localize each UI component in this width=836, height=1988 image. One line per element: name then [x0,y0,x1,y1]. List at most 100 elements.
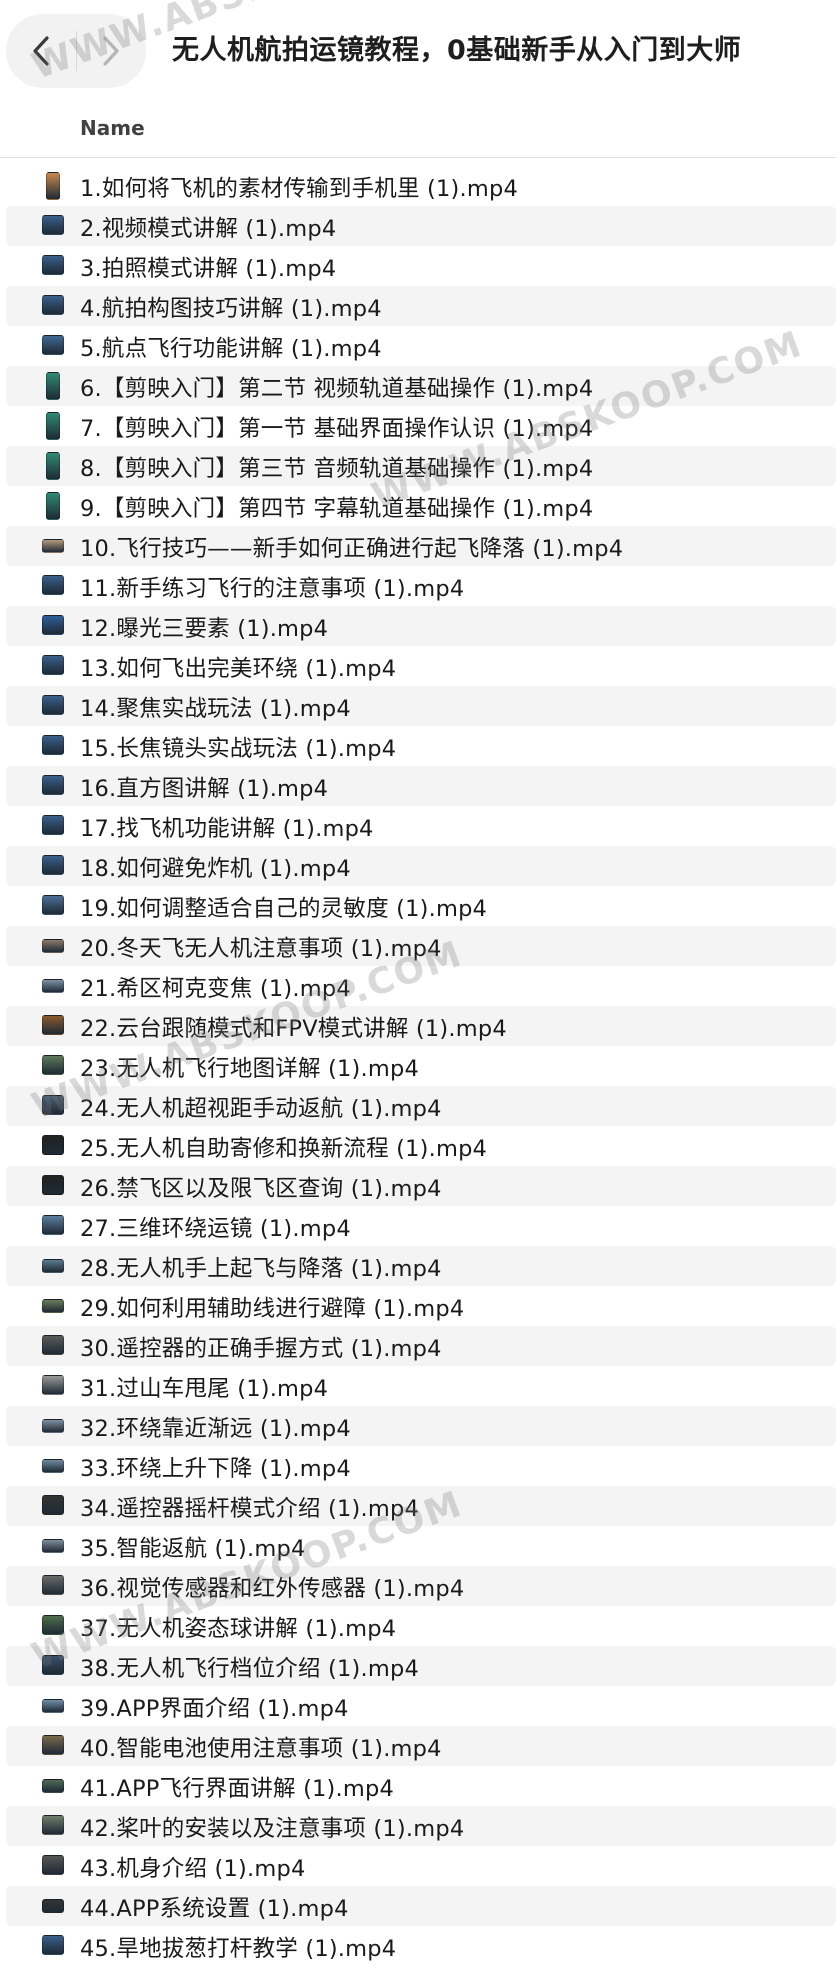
file-name: 10.飞行技巧——新手如何正确进行起飞降落 (1).mp4 [80,536,624,562]
file-name: 39.APP界面介绍 (1).mp4 [80,1696,349,1722]
video-thumbnail-icon [42,1655,64,1675]
file-name: 38.无人机飞行档位介绍 (1).mp4 [80,1656,419,1682]
video-thumbnail-icon [42,1459,64,1473]
file-row[interactable]: 15.长焦镜头实战玩法 (1).mp4 [6,726,836,766]
file-row[interactable]: 24.无人机超视距手动返航 (1).mp4 [6,1086,836,1126]
file-row[interactable]: 40.智能电池使用注意事项 (1).mp4 [6,1726,836,1766]
file-row[interactable]: 30.遥控器的正确手握方式 (1).mp4 [6,1326,836,1366]
file-row[interactable]: 6.【剪映入门】第二节 视频轨道基础操作 (1).mp4 [6,366,836,406]
file-name: 6.【剪映入门】第二节 视频轨道基础操作 (1).mp4 [80,376,594,402]
file-name: 19.如何调整适合自己的灵敏度 (1).mp4 [80,896,488,922]
video-thumbnail-icon [42,1575,64,1595]
video-thumbnail-icon [42,655,64,675]
file-row[interactable]: 11.新手练习飞行的注意事项 (1).mp4 [6,566,836,606]
file-name: 15.长焦镜头实战玩法 (1).mp4 [80,736,397,762]
file-row[interactable]: 42.桨叶的安装以及注意事项 (1).mp4 [6,1806,836,1846]
video-thumbnail-icon [42,1215,64,1235]
list-header: Name [0,102,836,158]
file-row[interactable]: 45.旱地拔葱打杆教学 (1).mp4 [6,1926,836,1966]
file-name: 25.无人机自助寄修和换新流程 (1).mp4 [80,1136,488,1162]
window-title: 无人机航拍运镜教程，0基础新手从入门到大师 [172,35,742,66]
file-row[interactable]: 39.APP界面介绍 (1).mp4 [6,1686,836,1726]
file-row[interactable]: 23.无人机飞行地图详解 (1).mp4 [6,1046,836,1086]
file-row[interactable]: 8.【剪映入门】第三节 音频轨道基础操作 (1).mp4 [6,446,836,486]
video-thumbnail-icon [46,452,60,480]
file-row[interactable]: 34.遥控器摇杆模式介绍 (1).mp4 [6,1486,836,1526]
file-name: 45.旱地拔葱打杆教学 (1).mp4 [80,1936,397,1962]
video-thumbnail-icon [42,575,64,595]
video-thumbnail-icon [42,695,64,715]
video-thumbnail-icon [42,1299,64,1313]
file-row[interactable]: 33.环绕上升下降 (1).mp4 [6,1446,836,1486]
video-thumbnail-icon [42,1779,64,1793]
file-row[interactable]: 3.拍照模式讲解 (1).mp4 [6,246,836,286]
file-name: 2.视频模式讲解 (1).mp4 [80,216,337,242]
file-row[interactable]: 14.聚焦实战玩法 (1).mp4 [6,686,836,726]
file-row[interactable]: 17.找飞机功能讲解 (1).mp4 [6,806,836,846]
file-name: 37.无人机姿态球讲解 (1).mp4 [80,1616,397,1642]
file-row[interactable]: 29.如何利用辅助线进行避障 (1).mp4 [6,1286,836,1326]
video-thumbnail-icon [42,1935,64,1955]
file-name: 17.找飞机功能讲解 (1).mp4 [80,816,374,842]
file-name: 9.【剪映入门】第四节 字幕轨道基础操作 (1).mp4 [80,496,594,522]
file-name: 21.希区柯克变焦 (1).mp4 [80,976,351,1002]
file-row[interactable]: 28.无人机手上起飞与降落 (1).mp4 [6,1246,836,1286]
file-row[interactable]: 27.三维环绕运镜 (1).mp4 [6,1206,836,1246]
file-name: 4.航拍构图技巧讲解 (1).mp4 [80,296,382,322]
file-row[interactable]: 36.视觉传感器和红外传感器 (1).mp4 [6,1566,836,1606]
file-row[interactable]: 37.无人机姿态球讲解 (1).mp4 [6,1606,836,1646]
video-thumbnail-icon [46,412,60,440]
file-row[interactable]: 13.如何飞出完美环绕 (1).mp4 [6,646,836,686]
video-thumbnail-icon [42,1015,64,1035]
file-name: 23.无人机飞行地图详解 (1).mp4 [80,1056,419,1082]
forward-button[interactable] [77,14,147,88]
video-thumbnail-icon [42,1335,64,1355]
video-thumbnail-icon [42,1375,64,1395]
file-row[interactable]: 16.直方图讲解 (1).mp4 [6,766,836,806]
column-header-name[interactable]: Name [80,116,145,140]
file-name: 13.如何飞出完美环绕 (1).mp4 [80,656,397,682]
file-row[interactable]: 38.无人机飞行档位介绍 (1).mp4 [6,1646,836,1686]
file-row[interactable]: 43.机身介绍 (1).mp4 [6,1846,836,1886]
file-row[interactable]: 20.冬天飞无人机注意事项 (1).mp4 [6,926,836,966]
file-row[interactable]: 22.云台跟随模式和FPV模式讲解 (1).mp4 [6,1006,836,1046]
file-name: 42.桨叶的安装以及注意事项 (1).mp4 [80,1816,465,1842]
file-name: 27.三维环绕运镜 (1).mp4 [80,1216,351,1242]
video-thumbnail-icon [42,215,64,235]
file-row[interactable]: 12.曝光三要素 (1).mp4 [6,606,836,646]
file-row[interactable]: 21.希区柯克变焦 (1).mp4 [6,966,836,1006]
video-thumbnail-icon [42,1899,64,1913]
video-thumbnail-icon [42,895,64,915]
file-name: 29.如何利用辅助线进行避障 (1).mp4 [80,1296,465,1322]
file-row[interactable]: 44.APP系统设置 (1).mp4 [6,1886,836,1926]
back-button[interactable] [6,14,76,88]
file-row[interactable]: 9.【剪映入门】第四节 字幕轨道基础操作 (1).mp4 [6,486,836,526]
file-name: 8.【剪映入门】第三节 音频轨道基础操作 (1).mp4 [80,456,594,482]
file-row[interactable]: 32.环绕靠近渐远 (1).mp4 [6,1406,836,1446]
file-row[interactable]: 31.过山车甩尾 (1).mp4 [6,1366,836,1406]
file-name: 20.冬天飞无人机注意事项 (1).mp4 [80,936,442,962]
file-row[interactable]: 41.APP飞行界面讲解 (1).mp4 [6,1766,836,1806]
video-thumbnail-icon [46,492,60,520]
file-row[interactable]: 4.航拍构图技巧讲解 (1).mp4 [6,286,836,326]
file-name: 34.遥控器摇杆模式介绍 (1).mp4 [80,1496,419,1522]
file-row[interactable]: 5.航点飞行功能讲解 (1).mp4 [6,326,836,366]
file-name: 14.聚焦实战玩法 (1).mp4 [80,696,351,722]
file-row[interactable]: 26.禁飞区以及限飞区查询 (1).mp4 [6,1166,836,1206]
file-name: 30.遥控器的正确手握方式 (1).mp4 [80,1336,442,1362]
file-row[interactable]: 2.视频模式讲解 (1).mp4 [6,206,836,246]
file-row[interactable]: 10.飞行技巧——新手如何正确进行起飞降落 (1).mp4 [6,526,836,566]
video-thumbnail-icon [42,1855,64,1875]
file-name: 31.过山车甩尾 (1).mp4 [80,1376,329,1402]
file-row[interactable]: 1.如何将飞机的素材传输到手机里 (1).mp4 [6,166,836,206]
video-thumbnail-icon [42,1419,64,1433]
file-row[interactable]: 7.【剪映入门】第一节 基础界面操作认识 (1).mp4 [6,406,836,446]
file-row[interactable]: 35.智能返航 (1).mp4 [6,1526,836,1566]
file-name: 43.机身介绍 (1).mp4 [80,1856,306,1882]
file-row[interactable]: 19.如何调整适合自己的灵敏度 (1).mp4 [6,886,836,926]
file-row[interactable]: 25.无人机自助寄修和换新流程 (1).mp4 [6,1126,836,1166]
file-row[interactable]: 18.如何避免炸机 (1).mp4 [6,846,836,886]
file-name: 7.【剪映入门】第一节 基础界面操作认识 (1).mp4 [80,416,594,442]
video-thumbnail-icon [42,1135,64,1155]
video-thumbnail-icon [42,735,64,755]
